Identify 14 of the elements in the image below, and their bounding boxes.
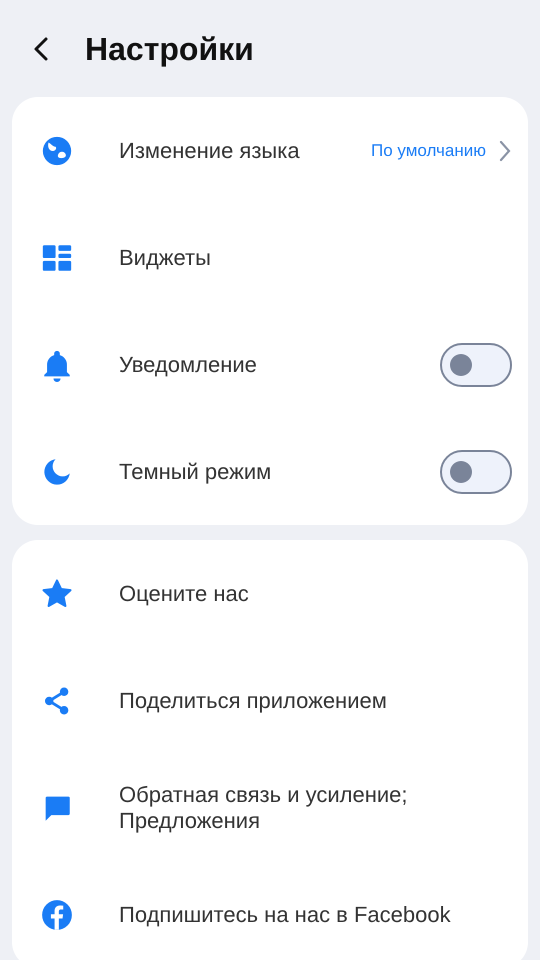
setting-label[interactable]: Обратная связь и усиление; Предложения (119, 782, 449, 833)
setting-label[interactable]: Поделиться приложением (119, 688, 512, 714)
page-title: Настройки (85, 30, 254, 69)
toggle-switch[interactable] (440, 450, 512, 494)
setting-label[interactable]: Виджеты (119, 244, 512, 270)
setting-label[interactable]: Подпишитесь на нас в Facebook (119, 902, 512, 928)
toggle-switch[interactable] (440, 342, 512, 386)
setting-label[interactable]: Уведомление (119, 352, 440, 378)
facebook-icon (40, 898, 74, 932)
setting-label[interactable]: Изменение языка (119, 138, 372, 164)
current-value[interactable]: По умолчанию (371, 138, 486, 164)
setting-label[interactable]: Оцените нас (119, 580, 512, 606)
setting-label[interactable]: Темный режим (119, 458, 440, 484)
chevron-right-icon (498, 138, 512, 162)
